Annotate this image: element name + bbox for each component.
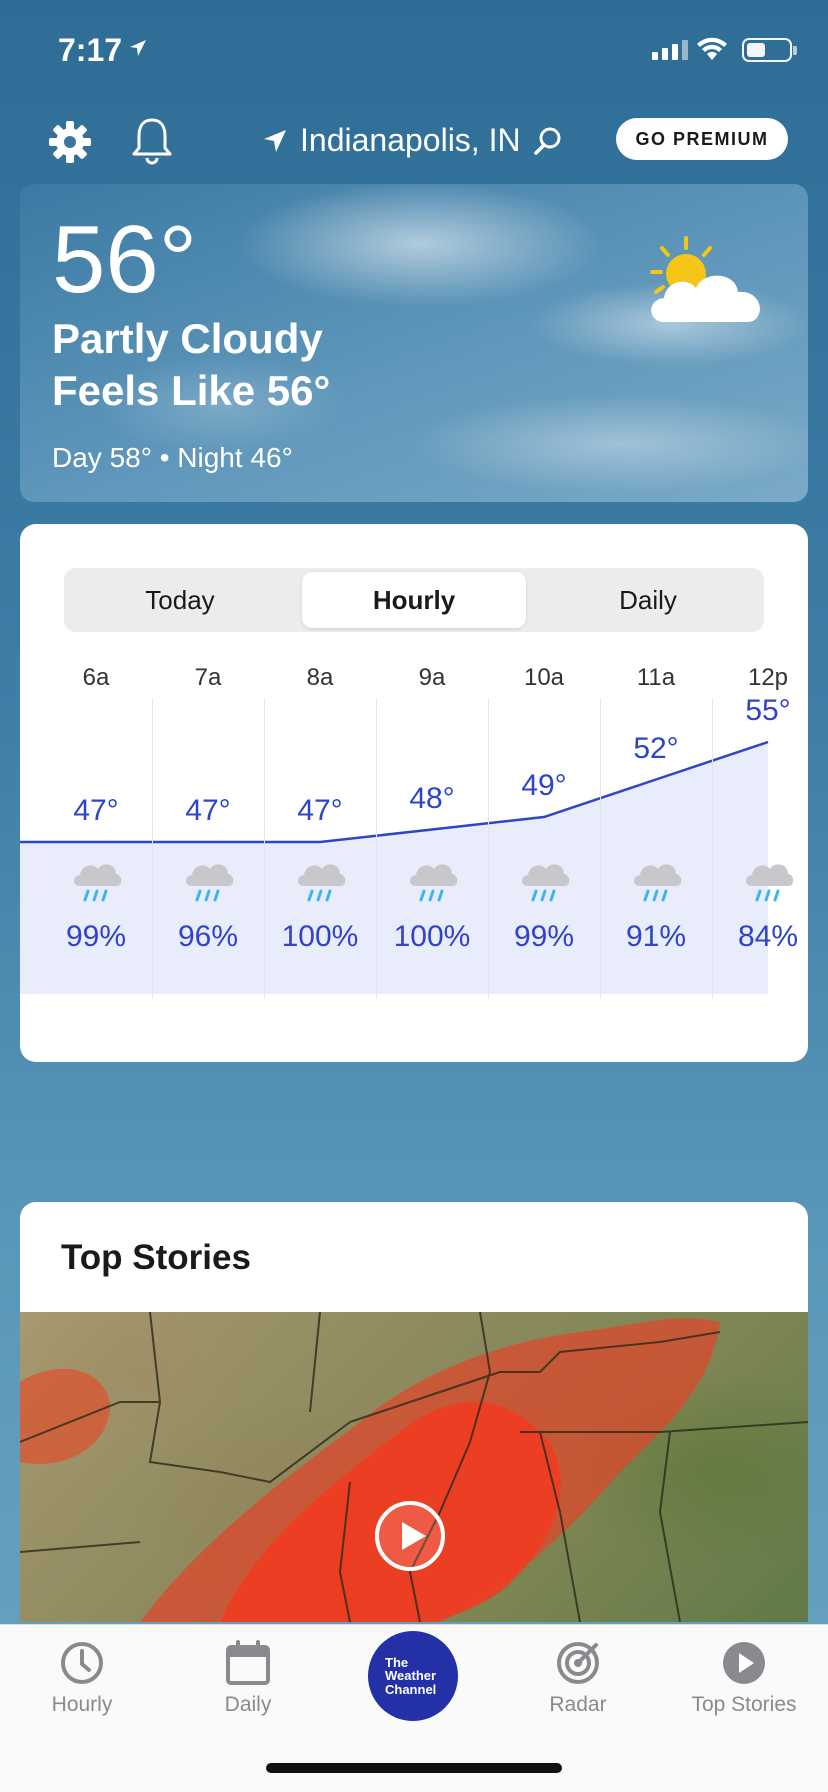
wifi-icon xyxy=(697,37,727,60)
hour-precip-chance: 100% xyxy=(393,920,471,953)
column-divider xyxy=(488,698,489,998)
location-services-icon xyxy=(130,40,146,56)
play-circle-icon xyxy=(723,1642,765,1684)
hour-temperature: 47° xyxy=(73,794,119,827)
hour-precip-chance: 91% xyxy=(625,920,687,953)
tab-bar-label: Radar xyxy=(549,1693,607,1716)
hour-label: 6a xyxy=(82,664,110,691)
tab-bar-radar[interactable]: Radar xyxy=(508,1639,648,1717)
hour-label: 8a xyxy=(306,664,334,691)
tab-bar-label: Top Stories xyxy=(691,1693,797,1716)
rain-icon xyxy=(634,864,682,902)
hour-column[interactable]: 7a 47° 96% xyxy=(152,664,264,1014)
search-icon[interactable] xyxy=(533,126,563,156)
current-temperature: 56° xyxy=(52,206,198,313)
location-arrow-icon xyxy=(264,129,286,152)
column-divider xyxy=(600,698,601,998)
hour-precip-chance: 99% xyxy=(513,920,575,953)
weather-channel-logo[interactable]: The Weather Channel xyxy=(368,1631,458,1721)
current-condition: Partly Cloudy xyxy=(52,315,323,362)
gear-icon[interactable] xyxy=(48,120,92,164)
hour-precip-chance: 84% xyxy=(737,920,799,953)
home-indicator xyxy=(266,1763,562,1773)
forecast-tab-switcher: Today Hourly Daily xyxy=(64,568,764,632)
hour-temperature: 47° xyxy=(297,794,343,827)
partly-cloudy-icon xyxy=(650,236,760,322)
radar-icon xyxy=(557,1642,599,1684)
hour-column[interactable]: 12p 55° 84% xyxy=(712,664,808,1014)
go-premium-button[interactable]: GO PREMIUM xyxy=(616,118,788,160)
status-time: 7:17 xyxy=(58,32,123,68)
hour-precip-chance: 100% xyxy=(281,920,359,953)
tab-hourly[interactable]: Hourly xyxy=(302,572,526,628)
column-divider xyxy=(712,698,713,998)
hour-precip-chance: 96% xyxy=(177,920,239,953)
cellular-signal-icon xyxy=(652,40,688,60)
location-name: Indianapolis, IN xyxy=(300,122,521,158)
logo-line: The xyxy=(385,1654,409,1670)
column-divider xyxy=(152,698,153,998)
tab-bar-daily[interactable]: Daily xyxy=(178,1639,318,1717)
rain-icon xyxy=(298,864,346,902)
rain-icon xyxy=(746,864,794,902)
hour-label: 7a xyxy=(194,664,222,691)
hour-column[interactable]: 11a 52° 91% xyxy=(600,664,712,1014)
hour-column[interactable]: 9a 48° 100% xyxy=(376,664,488,1014)
hour-column[interactable]: 8a 47° 100% xyxy=(264,664,376,1014)
current-conditions-card[interactable]: 56° Partly Cloudy Feels Like 56° Day 58°… xyxy=(20,184,808,502)
tab-today[interactable]: Today xyxy=(68,572,292,628)
tab-bar-label: Daily xyxy=(224,1693,272,1716)
hour-temperature: 55° xyxy=(745,694,791,727)
story-video-thumbnail[interactable] xyxy=(20,1312,808,1622)
battery-icon xyxy=(742,38,797,62)
tab-bar-hourly[interactable]: Hourly xyxy=(12,1639,152,1717)
hour-label: 12p xyxy=(747,664,789,691)
rain-icon xyxy=(410,864,458,902)
hour-temperature: 49° xyxy=(521,769,567,802)
rain-icon xyxy=(74,864,122,902)
play-icon[interactable] xyxy=(374,1500,446,1572)
column-divider xyxy=(264,698,265,998)
top-stories-title: Top Stories xyxy=(61,1238,251,1277)
hour-temperature: 52° xyxy=(633,731,679,765)
tab-bar-top-stories[interactable]: Top Stories xyxy=(674,1639,814,1717)
tab-daily[interactable]: Daily xyxy=(536,572,760,628)
hour-label: 11a xyxy=(636,664,676,691)
clock-icon xyxy=(61,1642,103,1684)
bell-icon[interactable] xyxy=(130,116,174,166)
hour-label: 9a xyxy=(418,664,446,691)
hour-label: 10a xyxy=(523,664,565,691)
day-night-temps: Day 58° • Night 46° xyxy=(52,442,293,473)
top-stories-card: Top Stories xyxy=(20,1202,808,1622)
hourly-forecast[interactable]: 6a 47° 99% 7a 47° 96% 8a 47° 100% 9a 48° 100% 10a 49°… xyxy=(20,664,808,1044)
hour-column[interactable]: 6a 47° 99% xyxy=(40,664,152,1014)
calendar-icon xyxy=(226,1640,270,1685)
location-selector[interactable]: Indianapolis, IN xyxy=(262,122,563,159)
hour-column[interactable]: 10a 49° 99% xyxy=(488,664,600,1014)
hour-temperature: 47° xyxy=(185,794,231,827)
severe-weather-map xyxy=(20,1312,808,1622)
hour-temperature: 48° xyxy=(409,781,455,815)
feels-like: Feels Like 56° xyxy=(52,367,331,414)
logo-line: Weather xyxy=(385,1668,437,1684)
logo-line: Channel xyxy=(385,1681,437,1697)
tab-bar-label: Hourly xyxy=(51,1693,113,1716)
hour-precip-chance: 99% xyxy=(65,920,127,953)
rain-icon xyxy=(522,864,570,902)
header: Indianapolis, IN GO PREMIUM xyxy=(0,108,828,172)
forecast-card: Today Hourly Daily 6a 47° 99% 7a 47° 96% 8a 47°… xyxy=(20,524,808,1062)
status-bar: 7:17 xyxy=(0,0,828,100)
rain-icon xyxy=(186,864,234,902)
column-divider xyxy=(376,698,377,998)
